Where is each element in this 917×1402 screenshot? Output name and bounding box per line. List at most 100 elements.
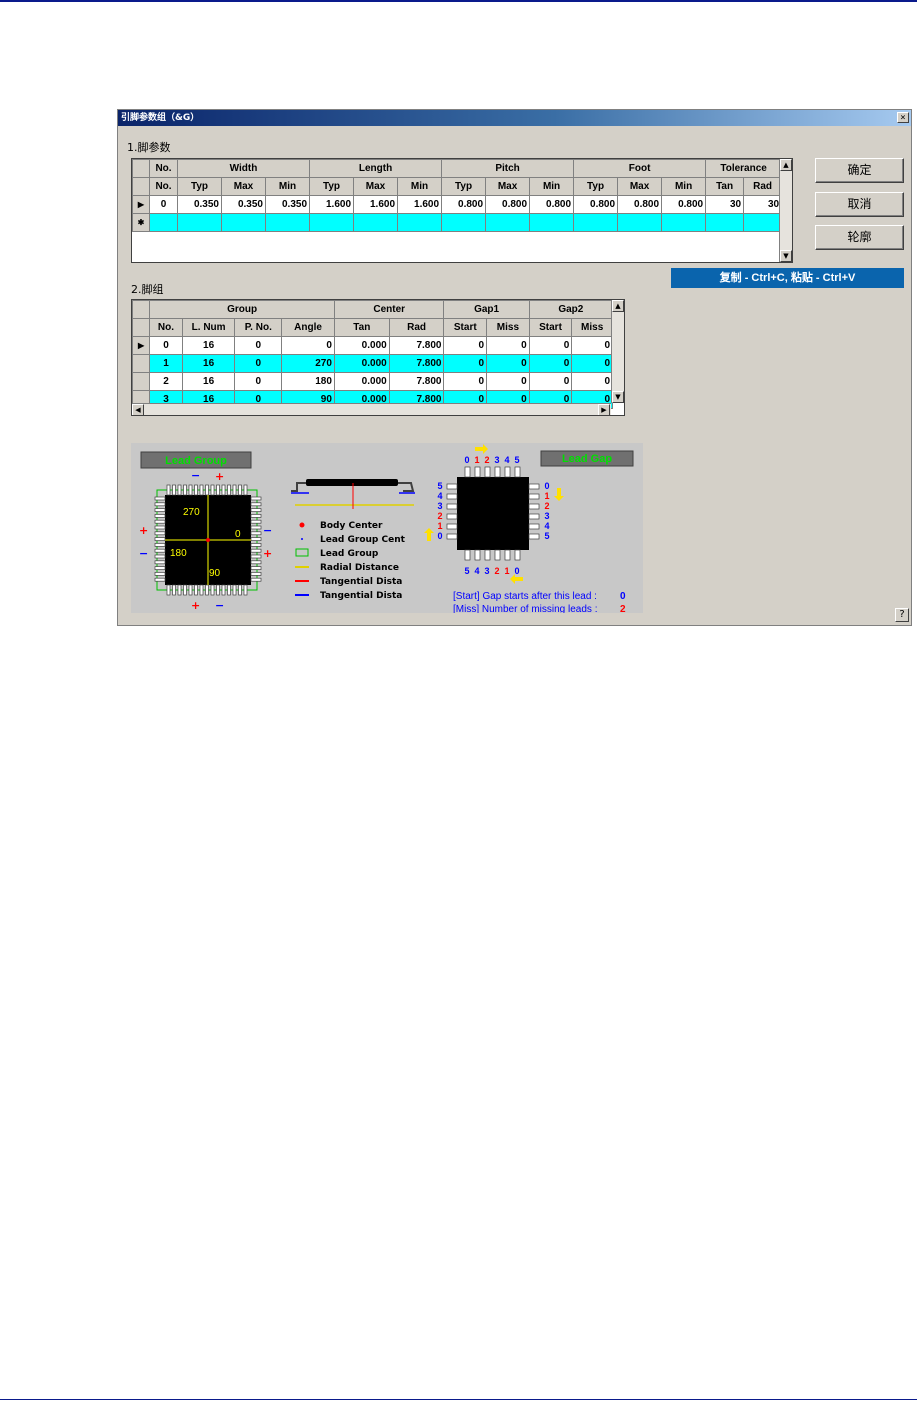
- grid-cell[interactable]: 1: [149, 354, 183, 373]
- lead-group-grid[interactable]: Group Center Gap1 Gap2 No. L. Num P. No. An…: [131, 299, 625, 416]
- grid-cell[interactable]: 0: [486, 336, 530, 355]
- gap-note-start-value: 0: [620, 591, 626, 602]
- grid-cell[interactable]: 270: [281, 354, 335, 373]
- scroll-left-button[interactable]: ◀: [132, 404, 144, 415]
- grid-cell[interactable]: 0.800: [441, 195, 487, 214]
- grid-cell[interactable]: 0.800: [661, 195, 707, 214]
- lead-parameter-dialog: 引脚参数组（&G） × 1.脚参数 No. Width Length Pitch…: [117, 109, 912, 626]
- new-row-cell[interactable]: [353, 213, 399, 232]
- ok-button[interactable]: 确定: [815, 158, 904, 183]
- page-top-rule: [0, 0, 917, 2]
- grid-cell[interactable]: 0: [443, 372, 488, 391]
- grid-cell[interactable]: 16: [181, 336, 236, 355]
- grid-cell[interactable]: 0.000: [333, 354, 390, 373]
- new-row-indicator[interactable]: ✱: [132, 213, 150, 232]
- grid-cell[interactable]: 0: [149, 336, 183, 355]
- grid-cell[interactable]: 7.800: [388, 372, 445, 391]
- new-row-cell[interactable]: [309, 213, 355, 232]
- header-group: Group: [149, 300, 335, 319]
- grid-cell[interactable]: 0: [528, 354, 573, 373]
- lead-number: 3: [437, 501, 442, 511]
- grid-cell[interactable]: 16: [181, 372, 236, 391]
- grid-cell[interactable]: 1.600: [397, 195, 443, 214]
- grid-cell[interactable]: 0: [234, 336, 283, 355]
- grid-cell[interactable]: 0: [571, 354, 613, 373]
- new-row-cell[interactable]: [397, 213, 443, 232]
- grid-cell[interactable]: 7.800: [388, 336, 445, 355]
- grid-cell[interactable]: 0.350: [221, 195, 266, 214]
- grid-cell[interactable]: 0: [443, 336, 488, 355]
- new-row-cell[interactable]: [221, 213, 266, 232]
- angle-270-label: 270: [183, 507, 200, 518]
- scroll-up-button[interactable]: ▲: [612, 300, 624, 312]
- grid-cell[interactable]: 0.350: [177, 195, 222, 214]
- corner-cell: [132, 300, 151, 319]
- grid-cell[interactable]: 7.800: [388, 354, 445, 373]
- grid-cell[interactable]: 0: [234, 354, 283, 373]
- scroll-right-button[interactable]: ▶: [598, 404, 610, 415]
- grid1-vertical-scrollbar[interactable]: ▲ ▼: [779, 159, 792, 262]
- grid-cell[interactable]: 2: [149, 372, 183, 391]
- grid-cell[interactable]: 30: [743, 195, 783, 214]
- grid-cell[interactable]: 0.800: [485, 195, 531, 214]
- gap-note-miss-value: 2: [620, 604, 626, 613]
- grid-cell[interactable]: 0.000: [333, 372, 390, 391]
- row-indicator[interactable]: ▶: [132, 336, 151, 355]
- subheader-cell: Min: [529, 177, 575, 196]
- table-row[interactable]: 1 16 0 270 0.000 7.800 0 0 0 0: [132, 354, 613, 373]
- row-indicator[interactable]: ▶: [132, 195, 150, 214]
- cancel-button[interactable]: 取消: [815, 192, 904, 217]
- grid-cell[interactable]: 30: [705, 195, 745, 214]
- new-row-cell[interactable]: [617, 213, 663, 232]
- grid-cell[interactable]: 0: [571, 372, 613, 391]
- new-row-cell[interactable]: [177, 213, 222, 232]
- table-row[interactable]: 2 16 0 180 0.000 7.800 0 0 0 0: [132, 372, 613, 391]
- new-row-cell[interactable]: [485, 213, 531, 232]
- row-indicator[interactable]: [132, 354, 151, 373]
- new-row-cell[interactable]: [264, 213, 311, 232]
- row-indicator[interactable]: [132, 372, 151, 391]
- svg-text:+: +: [215, 470, 224, 483]
- legend-item: Lead Group: [320, 549, 379, 559]
- help-button[interactable]: ?: [895, 608, 909, 622]
- grid-cell[interactable]: 0: [571, 336, 613, 355]
- grid-cell[interactable]: 0: [528, 372, 573, 391]
- grid-cell[interactable]: 0: [149, 195, 178, 214]
- new-row-cell[interactable]: [743, 213, 783, 232]
- grid-cell[interactable]: 16: [181, 354, 236, 373]
- grid-cell[interactable]: 0: [234, 372, 283, 391]
- grid-cell[interactable]: 0.800: [573, 195, 619, 214]
- scroll-up-button[interactable]: ▲: [780, 159, 792, 171]
- new-row-cell[interactable]: [529, 213, 575, 232]
- grid-cell[interactable]: 0.000: [333, 336, 390, 355]
- grid-cell[interactable]: 0.800: [617, 195, 663, 214]
- lead-number: 1: [504, 566, 509, 576]
- grid-cell[interactable]: 0.800: [529, 195, 575, 214]
- lead-parameter-grid[interactable]: No. Width Length Pitch Foot Tolerance No…: [131, 158, 793, 263]
- grid2-horizontal-scrollbar[interactable]: ◀ ▶: [132, 403, 611, 415]
- lead-gap-title: Lead Gap: [562, 453, 612, 465]
- grid-cell[interactable]: 0.350: [264, 195, 311, 214]
- grid-cell[interactable]: 0: [281, 336, 335, 355]
- lead-number: 0: [437, 531, 442, 541]
- grid-cell[interactable]: 1.600: [309, 195, 355, 214]
- lead-number: 1: [474, 455, 479, 465]
- scroll-down-button[interactable]: ▼: [780, 250, 792, 262]
- grid2-vertical-scrollbar[interactable]: ▲ ▼: [611, 300, 624, 403]
- outline-button[interactable]: 轮廓: [815, 225, 904, 250]
- grid-cell[interactable]: 0: [443, 354, 488, 373]
- close-button[interactable]: ×: [897, 112, 909, 123]
- grid-cell[interactable]: 180: [281, 372, 335, 391]
- lead-group-chip: 270 0 180 90 − + + − + − − +: [139, 469, 272, 612]
- new-row-cell[interactable]: [441, 213, 487, 232]
- grid-cell[interactable]: 0: [528, 336, 573, 355]
- grid-cell[interactable]: 0: [486, 354, 530, 373]
- grid-cell[interactable]: 0: [486, 372, 530, 391]
- new-row-cell[interactable]: [661, 213, 707, 232]
- scroll-down-button[interactable]: ▼: [612, 391, 624, 403]
- grid-cell[interactable]: 1.600: [353, 195, 399, 214]
- table-row[interactable]: ▶ 0 16 0 0 0.000 7.800 0 0 0 0: [132, 336, 613, 355]
- new-row-cell[interactable]: [705, 213, 745, 232]
- new-row-cell[interactable]: [573, 213, 619, 232]
- new-row-cell[interactable]: [149, 213, 178, 232]
